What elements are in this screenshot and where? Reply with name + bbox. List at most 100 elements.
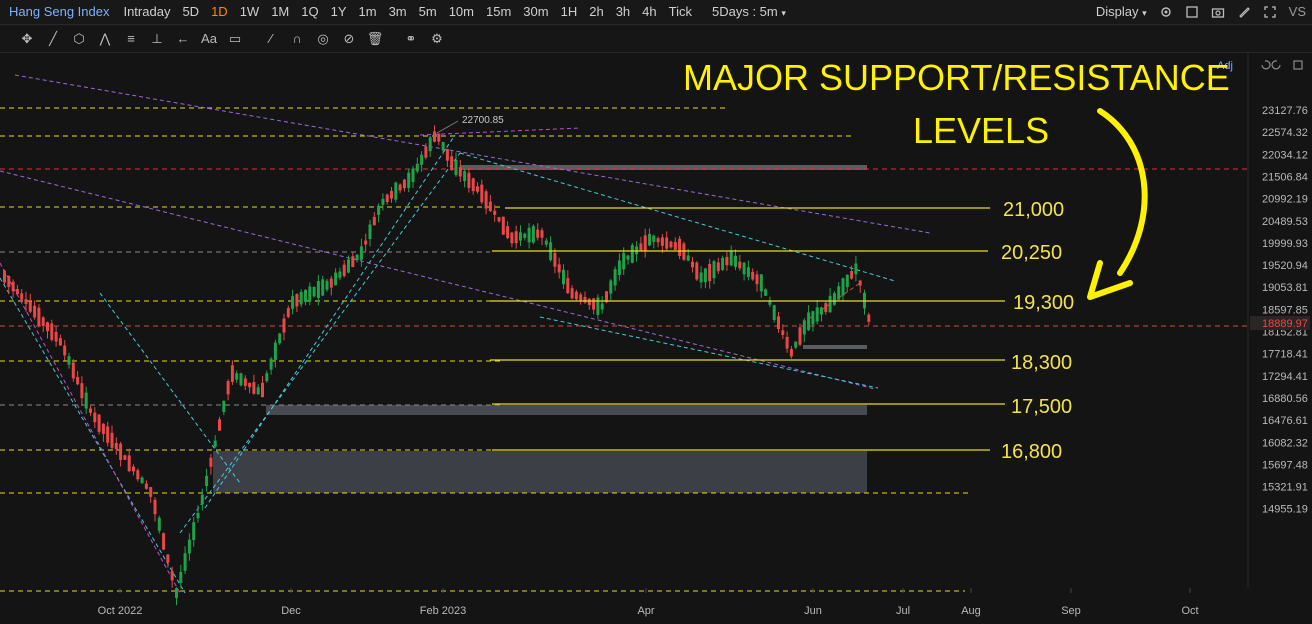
fib-icon[interactable]: ≡ bbox=[118, 28, 144, 50]
interval-30m[interactable]: 30m bbox=[517, 0, 554, 24]
crosshair-icon[interactable]: ✥ bbox=[14, 28, 40, 50]
price-tick-label: 23127.76 bbox=[1262, 105, 1308, 117]
candle-body bbox=[286, 308, 290, 318]
interval-3h[interactable]: 3h bbox=[610, 0, 636, 24]
candle-body bbox=[695, 262, 699, 280]
pencil-icon[interactable] bbox=[1231, 1, 1257, 23]
interval-4h[interactable]: 4h bbox=[636, 0, 662, 24]
layout-icon[interactable] bbox=[1179, 1, 1205, 23]
symbol-name[interactable]: Hang Seng Index bbox=[0, 0, 117, 24]
candle-body bbox=[742, 262, 746, 275]
candle-body bbox=[273, 342, 277, 360]
gear-icon[interactable] bbox=[1153, 1, 1179, 23]
interval-1d[interactable]: 1D bbox=[205, 0, 234, 24]
interval-15m[interactable]: 15m bbox=[480, 0, 517, 24]
candle-body bbox=[347, 259, 350, 273]
text-icon[interactable]: Aa bbox=[196, 28, 222, 50]
interval-3m[interactable]: 3m bbox=[383, 0, 413, 24]
candle-body bbox=[553, 252, 557, 267]
candle-body bbox=[325, 280, 329, 290]
eye-icon[interactable]: ◎ bbox=[310, 28, 336, 50]
magnet-icon[interactable]: ∩ bbox=[284, 28, 310, 50]
candle-body bbox=[729, 251, 733, 266]
candle-body bbox=[368, 224, 372, 240]
chart-area[interactable]: 21,000 20,250 19,300 18,300 17,500 16,800 231… bbox=[0, 53, 1312, 619]
vertical-line-icon[interactable]: ⊥ bbox=[144, 28, 170, 50]
candle-body bbox=[660, 237, 664, 246]
interval-1w[interactable]: 1W bbox=[234, 0, 266, 24]
shapes-icon[interactable]: ⬡ bbox=[66, 28, 92, 50]
candle-body bbox=[278, 333, 282, 344]
candle-body bbox=[334, 272, 338, 286]
pattern-icon[interactable]: ⋀ bbox=[92, 28, 118, 50]
pen-icon[interactable]: ∕ bbox=[258, 28, 284, 50]
candle-body bbox=[450, 156, 454, 171]
link-icon[interactable]: ⚭ bbox=[398, 28, 424, 50]
candle-body bbox=[445, 148, 449, 161]
candle-body bbox=[398, 184, 402, 191]
candle-body bbox=[734, 255, 737, 267]
candle-body bbox=[454, 159, 458, 176]
display-button[interactable]: Display ▾ bbox=[1090, 0, 1153, 25]
candle-body bbox=[428, 137, 432, 152]
candle-body bbox=[127, 455, 131, 472]
candle-body bbox=[411, 168, 415, 183]
interval-1h[interactable]: 1H bbox=[555, 0, 584, 24]
interval-10m[interactable]: 10m bbox=[443, 0, 480, 24]
time-tick-label: Oct 2022 bbox=[98, 605, 143, 617]
arrow-icon[interactable]: ← bbox=[170, 28, 196, 50]
peak-price-label: 22700.85 bbox=[462, 115, 504, 126]
candle-body bbox=[626, 255, 630, 260]
candle-body bbox=[527, 227, 531, 243]
time-tick-label: Sep bbox=[1061, 605, 1081, 617]
candle-body bbox=[54, 331, 58, 342]
candle-body bbox=[230, 365, 234, 382]
price-chart[interactable]: 21,000 20,250 19,300 18,300 17,500 16,800 231… bbox=[0, 53, 1312, 619]
range-select[interactable]: 5Days : 5m ▾ bbox=[706, 0, 792, 25]
candle-body bbox=[192, 522, 196, 541]
interval-1m-month[interactable]: 1M bbox=[265, 0, 295, 24]
candle-body bbox=[338, 271, 342, 278]
display-label: Display bbox=[1095, 3, 1139, 19]
candle-body bbox=[402, 179, 406, 189]
candle-body bbox=[656, 238, 660, 243]
trend-line-icon[interactable]: ╱ bbox=[40, 28, 66, 50]
interval-1q[interactable]: 1Q bbox=[295, 0, 324, 24]
candle-body bbox=[101, 423, 105, 434]
candle-body bbox=[789, 349, 793, 357]
candle-body bbox=[149, 487, 153, 497]
interval-5m[interactable]: 5m bbox=[413, 0, 443, 24]
interval-2h[interactable]: 2h bbox=[583, 0, 609, 24]
hide-icon[interactable]: ⊘ bbox=[336, 28, 362, 50]
interval-1y[interactable]: 1Y bbox=[325, 0, 353, 24]
candle-body bbox=[712, 261, 716, 279]
candle-body bbox=[106, 426, 110, 443]
fullscreen-icon[interactable] bbox=[1257, 1, 1283, 23]
candle-body bbox=[20, 293, 24, 300]
candle-body bbox=[458, 167, 462, 177]
settings-icon[interactable]: ⚙ bbox=[424, 28, 450, 50]
candle-body bbox=[592, 298, 596, 310]
interval-1m-minute[interactable]: 1m bbox=[353, 0, 383, 24]
candle-body bbox=[781, 330, 785, 336]
interval-tick[interactable]: Tick bbox=[663, 0, 698, 24]
candle-body bbox=[777, 316, 780, 330]
trash-icon[interactable]: 🗑 bbox=[362, 28, 388, 50]
candle-body bbox=[497, 217, 501, 222]
camera-icon[interactable] bbox=[1205, 1, 1231, 23]
candle-body bbox=[295, 294, 299, 307]
price-tick-label: 19520.94 bbox=[1262, 260, 1308, 272]
candle-body bbox=[11, 281, 15, 292]
candle-body bbox=[84, 392, 88, 409]
candle-body bbox=[536, 229, 540, 238]
interval-5d[interactable]: 5D bbox=[176, 0, 205, 24]
annotation-title: MAJOR SUPPORT/RESISTANCE bbox=[683, 57, 1230, 98]
candle-body bbox=[114, 442, 118, 450]
interval-intraday[interactable]: Intraday bbox=[117, 0, 176, 24]
price-tick-label: 16880.56 bbox=[1262, 393, 1308, 405]
level-label: 19,300 bbox=[1013, 292, 1074, 314]
note-icon[interactable]: ▭ bbox=[222, 28, 248, 50]
candle-body bbox=[67, 356, 71, 365]
candle-body bbox=[643, 235, 647, 252]
demand-zone-lower bbox=[213, 451, 867, 493]
